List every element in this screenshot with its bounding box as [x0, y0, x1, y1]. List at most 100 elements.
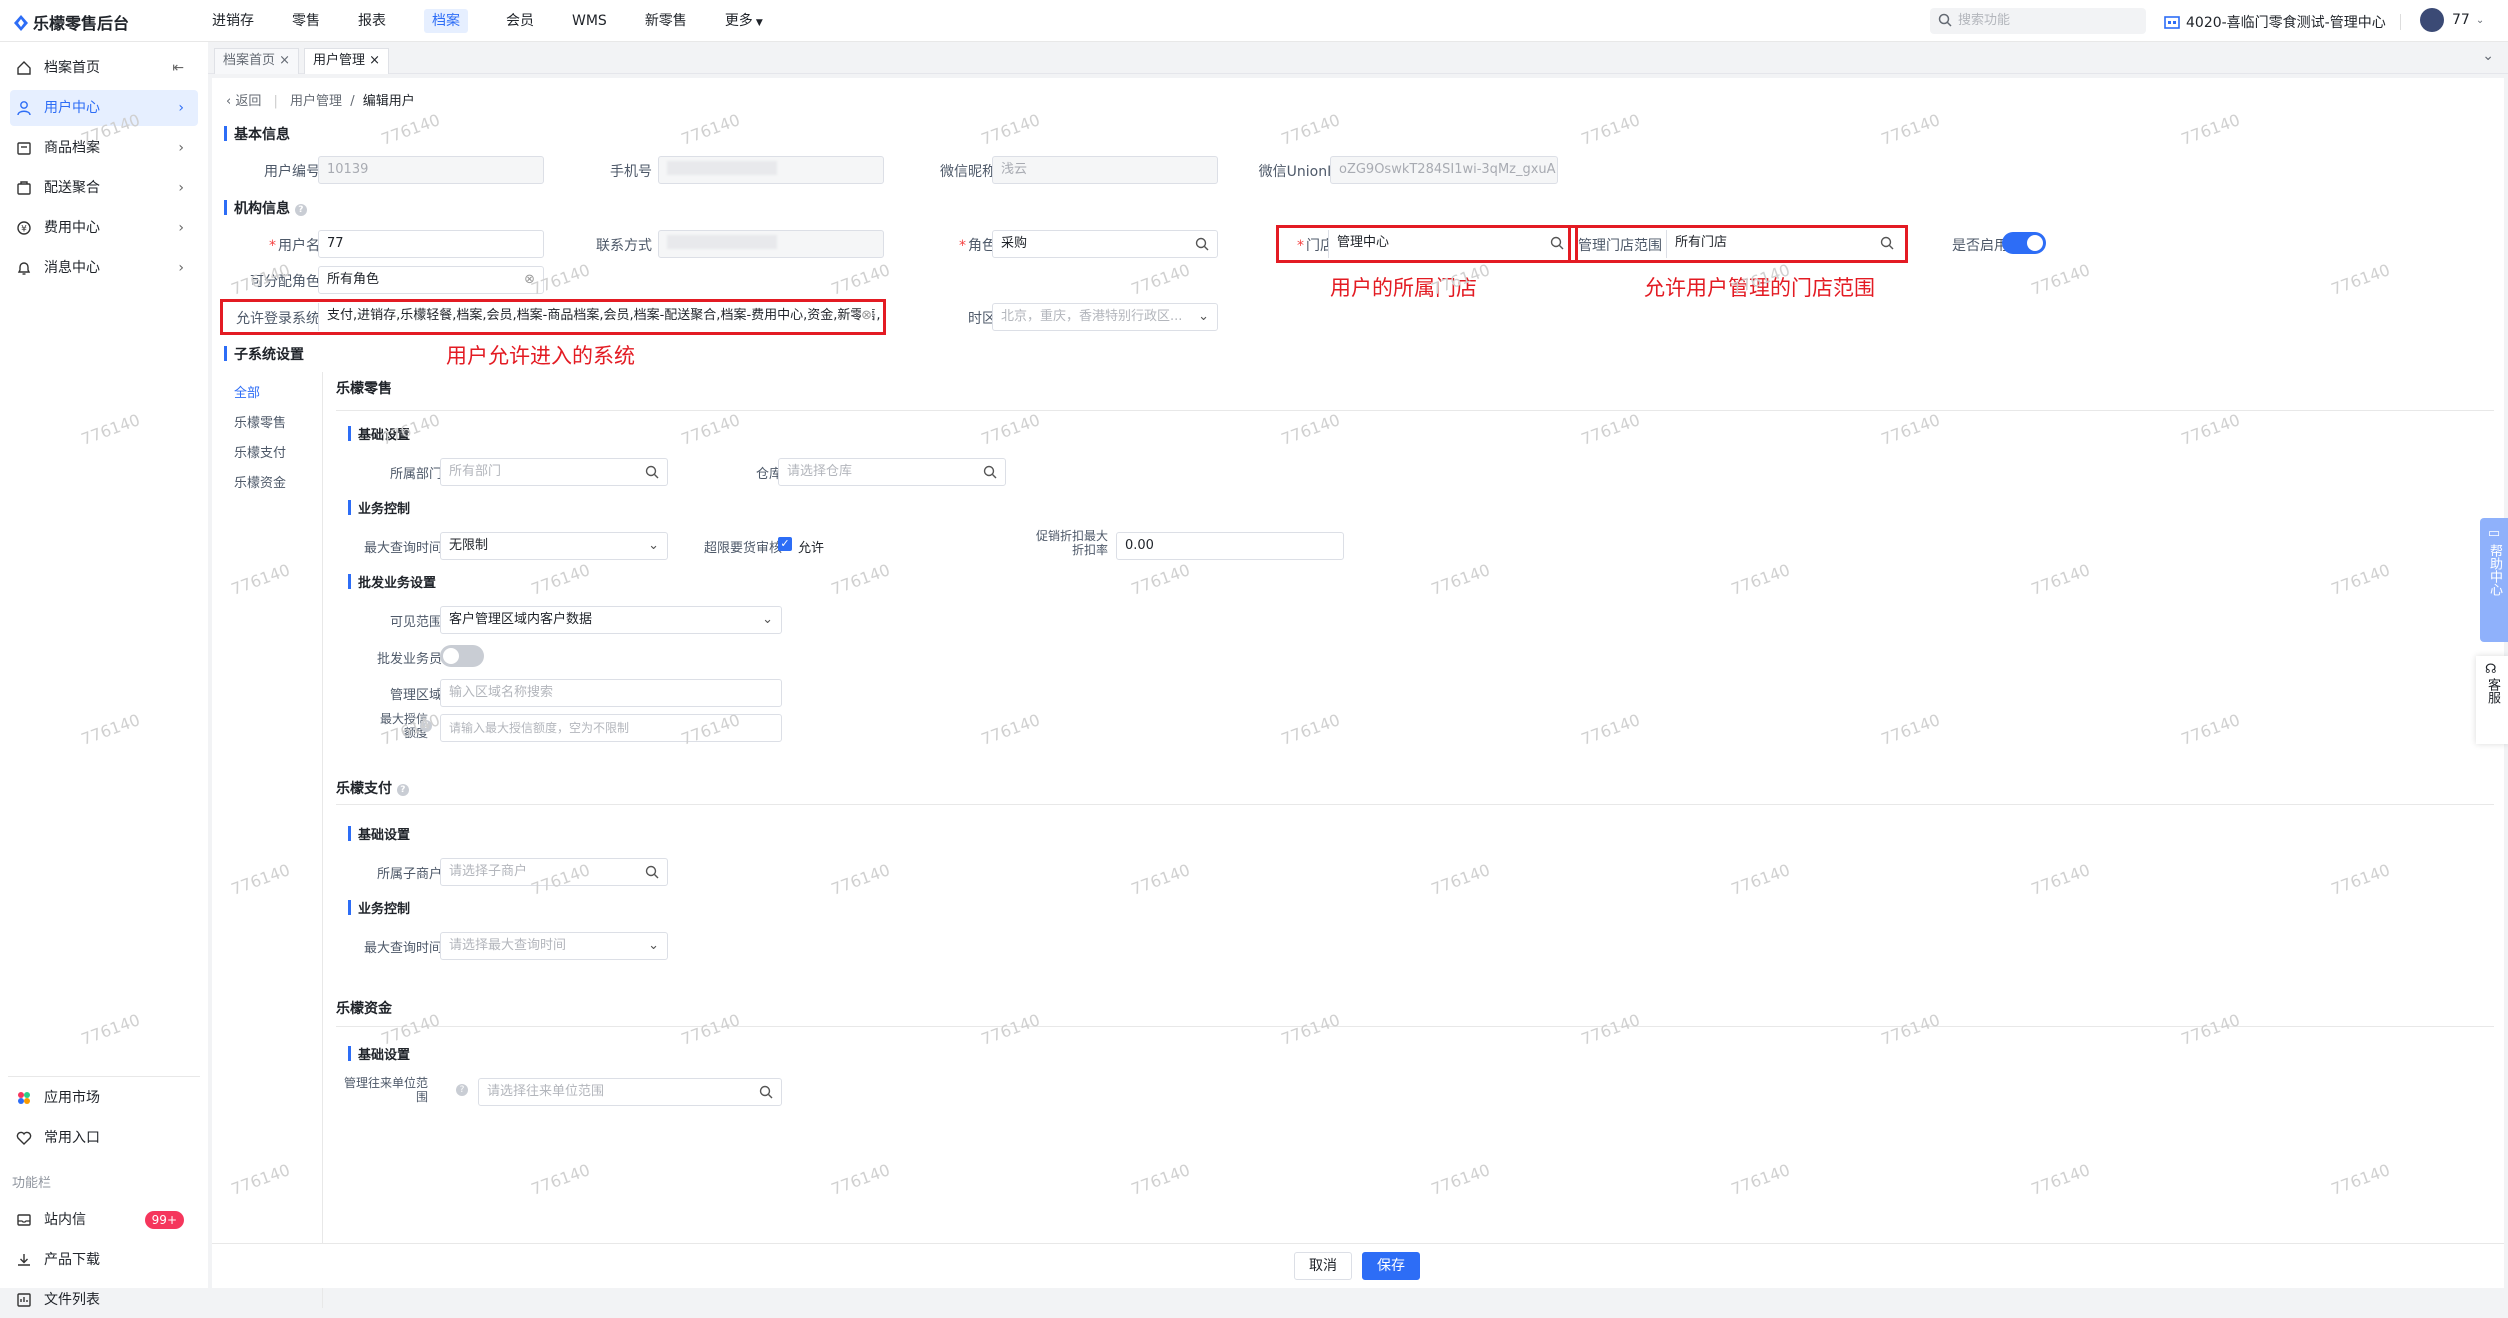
subnav-pay[interactable]: 乐檬支付	[234, 442, 286, 461]
dept-label: 所属部门	[389, 467, 442, 482]
wechat-nick-field[interactable]: 浅云	[992, 156, 1218, 184]
breadcrumb-parent[interactable]: 用户管理	[290, 94, 342, 109]
sidebar-item-favorites[interactable]: 常用入口	[10, 1120, 198, 1156]
user-menu[interactable]: 77 ⌄	[2420, 8, 2484, 32]
sidebar-item-label: 档案首页	[44, 60, 100, 76]
search-icon	[1938, 13, 1952, 27]
pay-max-query-select[interactable]: 请选择最大查询时间 ⌄	[440, 932, 668, 960]
help-icon[interactable]: ?	[420, 720, 432, 732]
chevron-down-icon: ⌄	[648, 538, 659, 553]
nav-member[interactable]: 会员	[494, 0, 546, 42]
sidebar-item-label: 配送聚合	[44, 180, 100, 196]
close-icon[interactable]: ×	[369, 53, 380, 68]
tab-archive-home[interactable]: 档案首页 ×	[214, 48, 300, 74]
clear-icon[interactable]: ⊗	[524, 267, 535, 293]
sidebar-item-inbox[interactable]: 站内信 99+	[10, 1202, 198, 1238]
help-icon[interactable]: ?	[456, 1084, 468, 1096]
warehouse-label: 仓库	[755, 467, 782, 482]
function-search-input[interactable]: 搜索功能	[1930, 8, 2146, 34]
help-center-label: 帮助中心	[2487, 544, 2502, 596]
help-icon[interactable]: ?	[294, 204, 307, 216]
salesman-toggle[interactable]	[440, 645, 484, 667]
user-no-field[interactable]: 10139	[318, 156, 544, 184]
nav-reports[interactable]: 报表	[346, 0, 398, 42]
assignable-role-select[interactable]: 所有角色 ⊗	[318, 266, 544, 294]
merchant-label: 所属子商户	[376, 867, 442, 882]
close-icon[interactable]: ×	[279, 53, 290, 68]
username-input[interactable]: 77	[318, 230, 544, 258]
nav-more[interactable]: 更多 ▼	[713, 0, 775, 42]
sidebar-item-app-market[interactable]: 应用市场	[10, 1080, 198, 1116]
divider	[336, 804, 2494, 805]
store-value: 管理中心	[1337, 235, 1390, 250]
assignable-role-label: 可分配角色	[250, 274, 320, 290]
discount-input[interactable]: 0.00	[1116, 532, 1344, 560]
enabled-toggle[interactable]	[2002, 232, 2046, 254]
dept-select[interactable]: 所有部门	[440, 458, 668, 486]
visible-range-select[interactable]: 客户管理区域内客户数据 ⌄	[440, 606, 782, 634]
sidebar-item-label: 消息中心	[44, 260, 100, 276]
wechat-union-field[interactable]: oZG9OswkT284SI1wi-3qMz_gxuA	[1330, 156, 1558, 184]
store-selector[interactable]: 4020-喜临门零食测试-管理中心	[2164, 12, 2386, 32]
chevron-down-icon[interactable]: ⌄	[2482, 48, 2494, 64]
phone-label: 手机号	[610, 164, 652, 180]
sidebar-item-archive-home[interactable]: 档案首页 ⇤	[10, 50, 198, 86]
annotation-store: 用户的所属门店	[1330, 276, 1477, 300]
section-title-text: 机构信息	[234, 201, 290, 217]
tab-label: 用户管理	[313, 53, 366, 68]
search-icon	[983, 465, 997, 479]
nav-archive[interactable]: 档案	[412, 0, 480, 42]
sidebar-item-download[interactable]: 产品下载	[10, 1242, 198, 1278]
back-link[interactable]: ‹ 返回	[226, 94, 261, 109]
timezone-value: 北京，重庆，香港特别行政区...	[1001, 309, 1183, 324]
collapse-sidebar-icon[interactable]: ⇤	[172, 50, 184, 86]
nav-retail[interactable]: 零售	[280, 0, 332, 42]
sidebar-item-file-list[interactable]: 文件列表	[10, 1282, 198, 1318]
scope-select[interactable]: 所有门店	[1666, 230, 1902, 258]
sidebar-item-label: 常用入口	[44, 1130, 100, 1146]
clear-icon[interactable]: ⊗	[861, 303, 872, 329]
warehouse-select[interactable]: 请选择仓库	[778, 458, 1006, 486]
subnav-retail[interactable]: 乐檬零售	[234, 412, 286, 431]
username-label: * 用户名	[269, 238, 320, 254]
nav-new-retail[interactable]: 新零售	[633, 0, 699, 42]
app-logo[interactable]: 乐檬零售后台	[14, 10, 129, 34]
credit-input[interactable]: 请输入最大授信额度，空为不限制	[440, 714, 782, 742]
customer-service-button[interactable]: ☊ 客服	[2476, 656, 2508, 744]
pay-biz-title: 业务控制	[348, 898, 410, 917]
nav-inventory[interactable]: 进销存	[200, 0, 266, 42]
contact-field[interactable]	[658, 230, 884, 258]
subnav-all[interactable]: 全部	[234, 382, 260, 401]
area-input[interactable]: 输入区域名称搜索	[440, 679, 782, 707]
role-select[interactable]: 采购	[992, 230, 1218, 258]
search-icon	[645, 465, 659, 479]
sidebar-item-expense[interactable]: ¥ 费用中心 ›	[10, 210, 198, 246]
unit-range-select[interactable]: 请选择往来单位范围	[478, 1078, 782, 1106]
phone-field[interactable]	[658, 156, 884, 184]
fund-title: 乐檬资金	[336, 1001, 392, 1017]
cancel-button[interactable]: 取消	[1294, 1252, 1352, 1280]
sidebar-item-user-center[interactable]: 用户中心 ›	[10, 90, 198, 126]
tab-user-management[interactable]: 用户管理 ×	[304, 48, 390, 74]
dept-placeholder: 所有部门	[449, 464, 502, 479]
help-center-button[interactable]: ▭ 帮助中心	[2480, 518, 2508, 642]
salesman-label: 批发业务员	[376, 652, 442, 667]
help-icon[interactable]: ?	[396, 784, 409, 796]
sidebar-item-message[interactable]: 消息中心 ›	[10, 250, 198, 286]
discount-label: 促销折扣最大 折扣率	[1012, 529, 1108, 557]
sidebar-item-goods[interactable]: 商品档案 ›	[10, 130, 198, 166]
max-query-select[interactable]: 无限制 ⌄	[440, 532, 668, 560]
save-button[interactable]: 保存	[1362, 1252, 1420, 1280]
systems-select[interactable]: 支付,进销存,乐檬轻餐,档案,会员,档案-商品档案,会员,档案-配送聚合,档案-…	[318, 303, 880, 331]
store-select[interactable]: 管理中心	[1328, 230, 1572, 258]
section-title-org: 机构信息 ?	[224, 198, 307, 218]
sidebar-item-delivery[interactable]: 配送聚合 ›	[10, 170, 198, 206]
subnav-fund[interactable]: 乐檬资金	[234, 472, 286, 491]
app-title: 乐檬零售后台	[33, 14, 130, 33]
divider	[2400, 14, 2401, 30]
over-order-checkbox[interactable]: ✓	[778, 537, 792, 551]
merchant-select[interactable]: 请选择子商户	[440, 858, 668, 886]
label-line: 围	[415, 1090, 428, 1104]
nav-wms[interactable]: WMS	[560, 0, 619, 42]
timezone-select[interactable]: 北京，重庆，香港特别行政区... ⌄	[992, 303, 1218, 331]
